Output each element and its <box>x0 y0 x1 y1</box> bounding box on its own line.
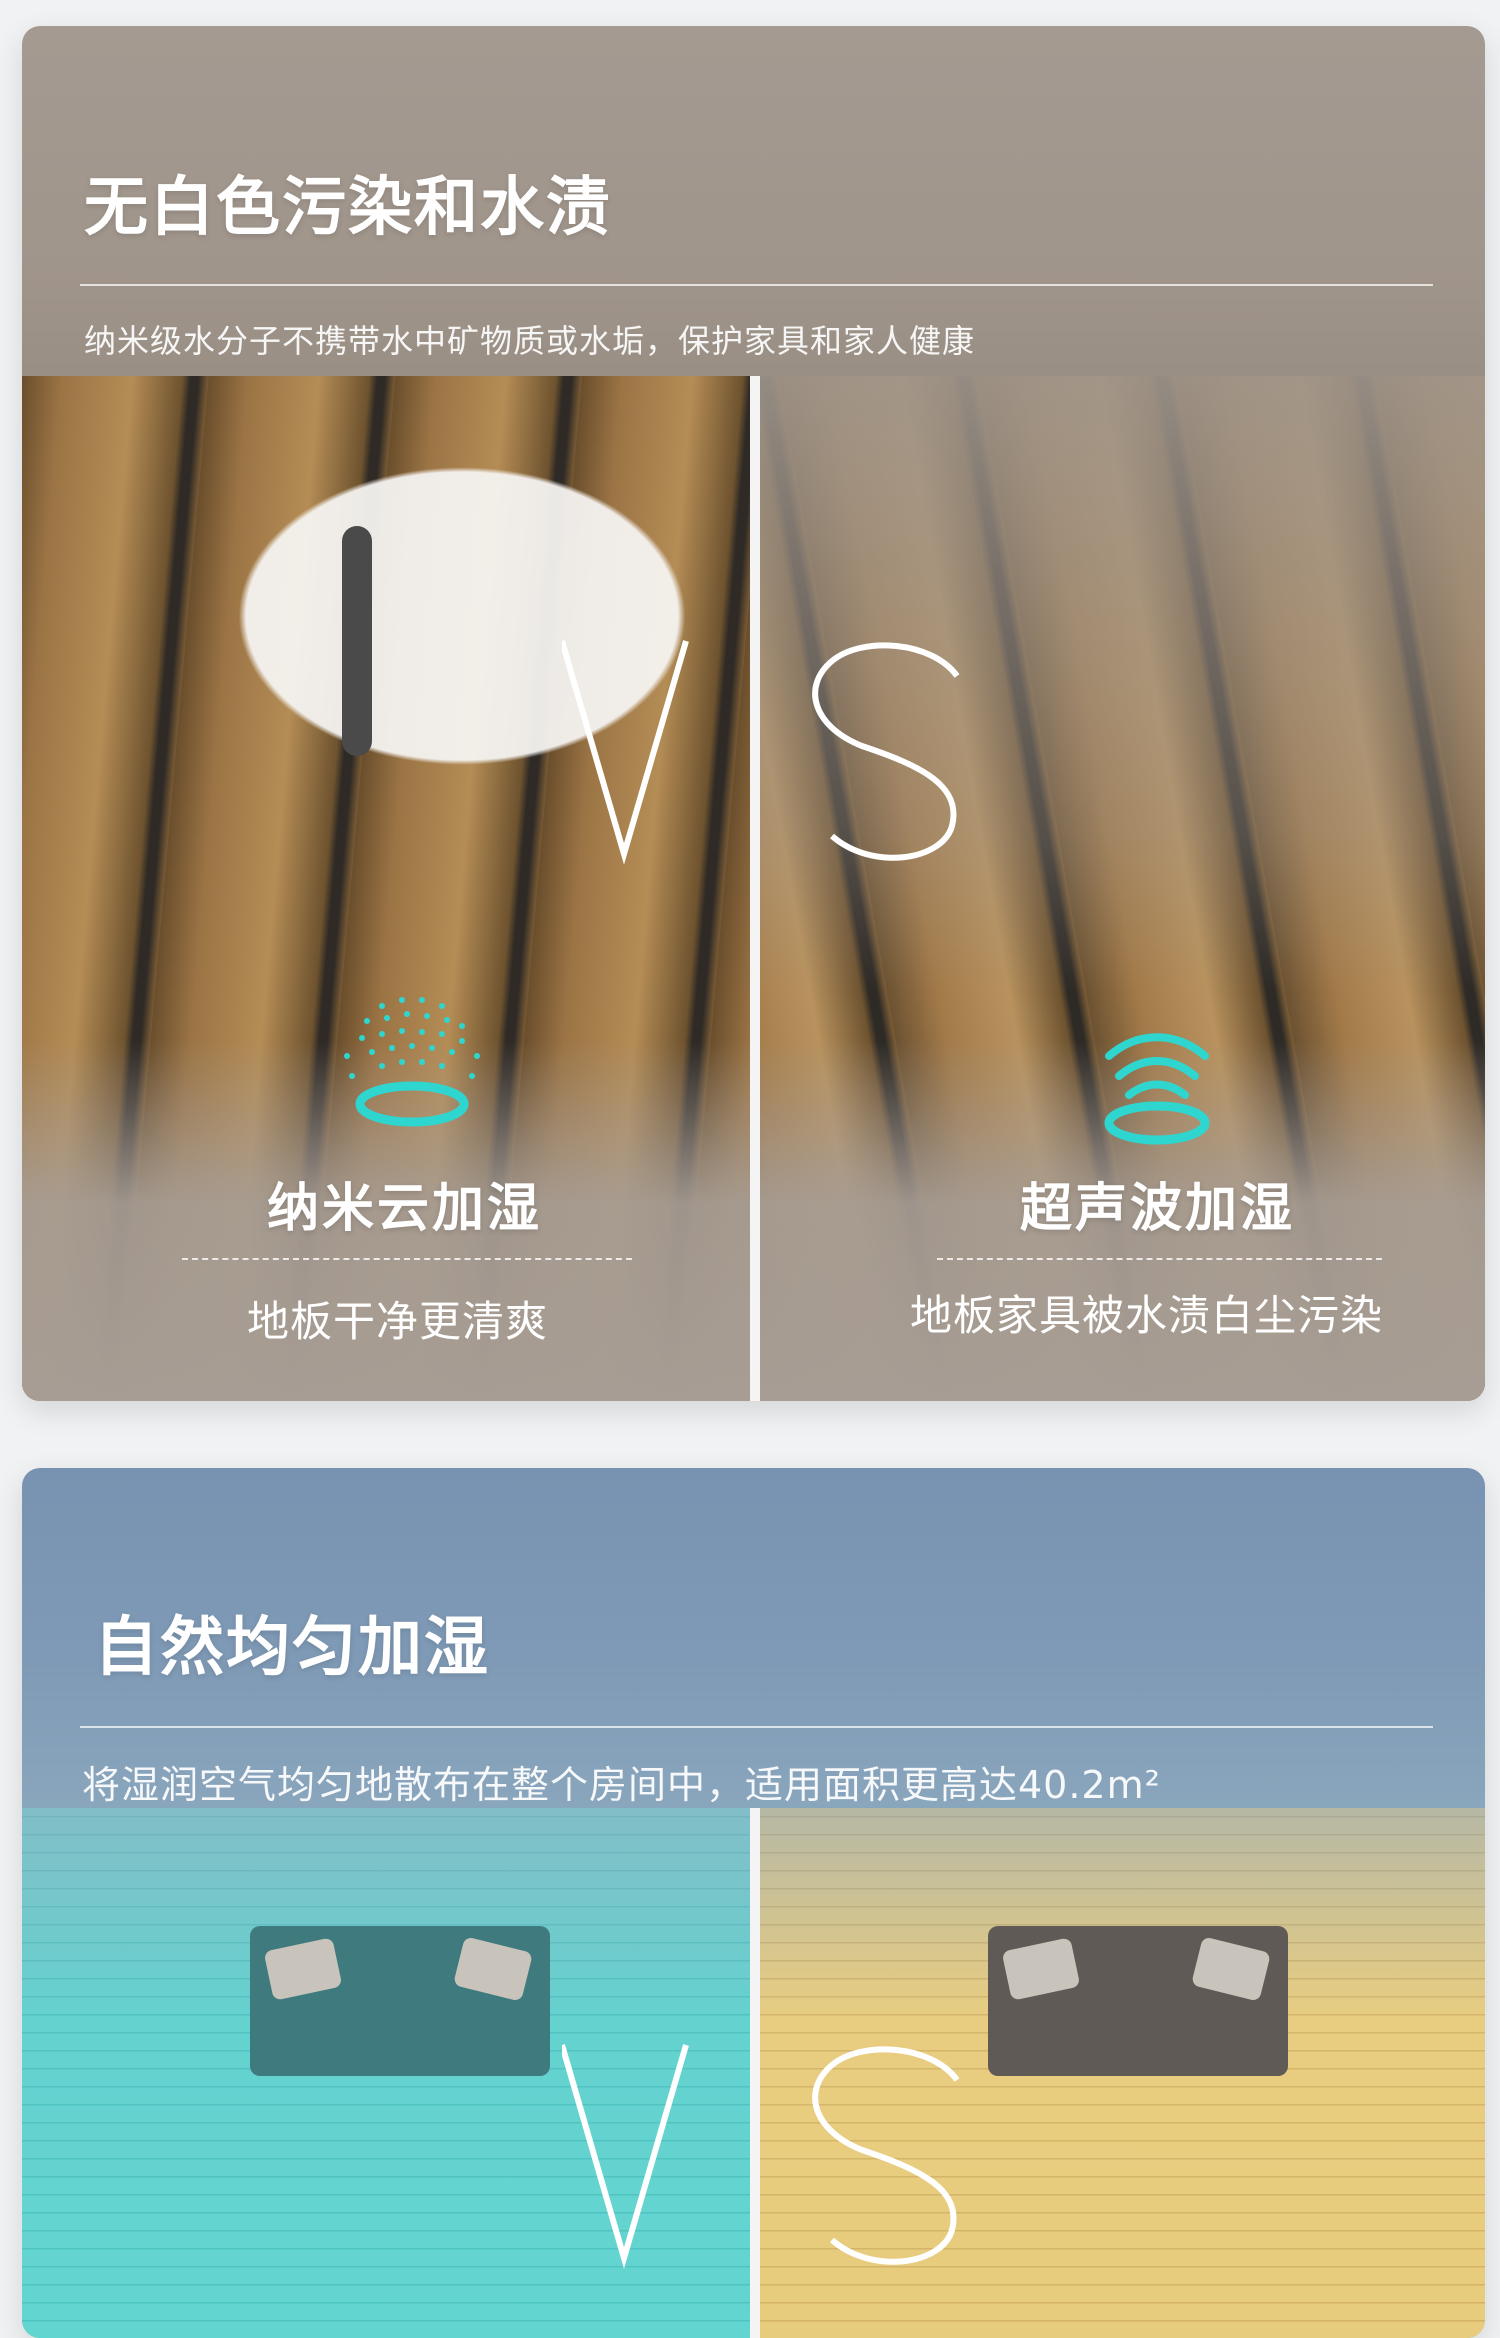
vs-overlay <box>562 640 960 865</box>
nano-humidify-desc: 地板干净更清爽 <box>247 1297 549 1346</box>
dashed-divider <box>937 1258 1382 1260</box>
nano-humidify-label: 纳米云加湿 <box>267 1179 543 1239</box>
water-level-window <box>342 526 372 756</box>
vs-overlay <box>562 2044 960 2269</box>
section-subtitle: 纳米级水分子不携带水中矿物质或水垢，保护家具和家人健康 <box>84 322 976 360</box>
section-subtitle: 将湿润空气均匀地散布在整个房间中，适用面积更高达40.2m² <box>82 1763 1161 1807</box>
nano-mist-icon <box>344 997 480 1127</box>
ultrasonic-humidify-desc: 地板家具被水渍白尘污染 <box>910 1291 1384 1340</box>
comparison-card-residue: 无白色污染和水渍 纳米级水分子不携带水中矿物质或水垢，保护家具和家人健康 纳米云… <box>22 26 1485 1401</box>
ultrasonic-humidify-label: 超声波加湿 <box>1020 1179 1296 1239</box>
dashed-divider <box>182 1258 632 1260</box>
v-letter <box>562 2044 689 2269</box>
title-divider <box>80 284 1433 286</box>
panel-divider <box>750 376 760 1401</box>
title-divider <box>80 1726 1433 1728</box>
sofa-illustration <box>988 1926 1288 2076</box>
section-title: 自然均匀加湿 <box>94 1611 490 1685</box>
s-letter <box>812 2046 960 2265</box>
ultrasonic-icon <box>1104 1033 1210 1145</box>
sofa-illustration <box>250 1926 550 2076</box>
ultrasonic-floor-photo <box>760 376 1485 1401</box>
nano-floor-photo <box>22 376 750 1401</box>
v-letter <box>562 640 689 865</box>
s-letter <box>812 642 960 861</box>
section-title: 无白色污染和水渍 <box>84 171 612 245</box>
